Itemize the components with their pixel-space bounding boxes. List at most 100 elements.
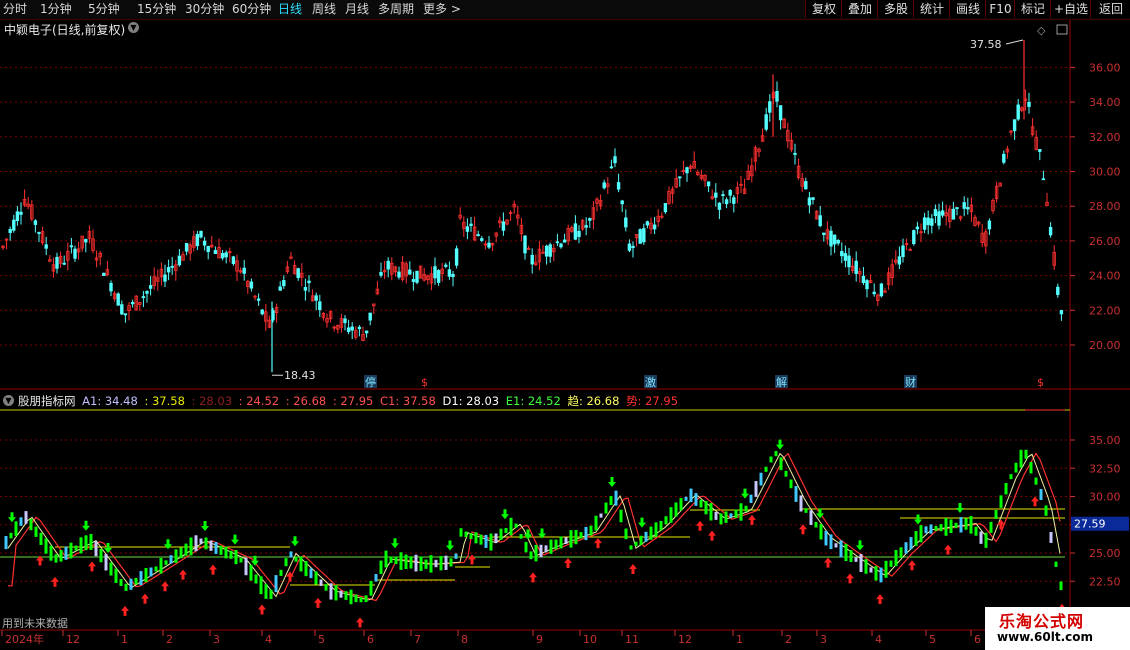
chevron-down-icon[interactable]: ▼ [128, 22, 139, 33]
price-tick-label: 34.00 [1089, 96, 1121, 109]
indicator-bar [274, 575, 278, 593]
candle-body [987, 220, 992, 230]
candle-body [922, 217, 927, 230]
high-marker-line [1005, 39, 1024, 45]
indicator-bar [49, 545, 53, 561]
candle-body [224, 252, 228, 258]
indicator-bar [369, 580, 373, 596]
indicator-bar [879, 567, 883, 583]
indicator-bar [1014, 462, 1018, 473]
candle-body [642, 228, 646, 243]
candle-body [775, 91, 779, 102]
price-tick-label: 24.00 [1089, 270, 1121, 283]
indicator-bar [929, 524, 933, 534]
date-label: 10 [583, 633, 597, 646]
candle-body [148, 285, 153, 289]
indicator-bar [869, 567, 873, 573]
indicator-bar [614, 490, 618, 506]
indicator-bar [289, 551, 293, 558]
indicator-bar [509, 517, 513, 536]
indicator-bar [904, 542, 908, 554]
candle-body [937, 211, 941, 226]
date-label: 5 [929, 633, 936, 646]
sell-arrow-icon [776, 439, 784, 450]
candle-body [847, 255, 851, 268]
indicator-bar [419, 556, 423, 571]
indicator-bar [659, 520, 663, 531]
indicator-bar [99, 548, 103, 563]
indicator-bar [244, 557, 248, 576]
indicator-bar [104, 554, 108, 571]
indicator-bar [729, 513, 733, 518]
candle-body [854, 260, 858, 274]
indicator-dropdown-icon[interactable]: ▼ [3, 395, 14, 406]
indicator-bar [229, 550, 233, 559]
candle-body [764, 114, 768, 130]
indicator-bar [414, 554, 418, 572]
sell-arrow-icon [446, 540, 454, 551]
candle-body [465, 226, 470, 232]
candle-body [1041, 178, 1046, 181]
stock-title: 中颖电子(日线,前复权) [4, 23, 126, 37]
indicator-bar [954, 522, 958, 529]
indicator-bar [79, 537, 83, 554]
candle-body [588, 218, 592, 221]
indicator-name[interactable]: 股朋指标网 [18, 394, 76, 408]
candle-body [1016, 104, 1020, 120]
indicator-bar [464, 531, 468, 537]
candle-body [602, 182, 606, 189]
indicator-bar [594, 515, 598, 531]
candle-body [15, 211, 20, 222]
indicator-bar [39, 532, 43, 545]
sell-arrow-icon [741, 488, 749, 499]
indicator-bar [1019, 449, 1023, 468]
candle-body [444, 264, 448, 267]
legend-d1: D1: 28.03 [442, 394, 500, 408]
indicator-bar [184, 543, 188, 556]
indicator-bar [204, 537, 208, 550]
buy-arrow-icon [748, 514, 756, 525]
indicator-bar [474, 532, 478, 544]
candle-body [577, 230, 581, 237]
indicator-bar [374, 574, 378, 582]
candle-body [62, 262, 66, 265]
legend-c1: C1: 37.58 [380, 394, 436, 408]
candle-body [256, 298, 261, 301]
candle-body [685, 167, 689, 174]
candle-body [177, 255, 182, 266]
candle-body [202, 240, 207, 246]
indicator-bar [64, 546, 68, 560]
indicator-bar [934, 525, 938, 531]
price-tick-label: 28.00 [1089, 200, 1121, 213]
candle-body [379, 271, 383, 276]
indicator-bar [1039, 488, 1043, 501]
indicator-bar [724, 511, 728, 523]
date-label: 4 [265, 633, 272, 646]
indicator-tick-label: 30.00 [1089, 491, 1121, 504]
buy-arrow-icon [179, 569, 187, 580]
candle-body [415, 270, 419, 283]
kline-chart[interactable]: 36.00 34.00 32.00 30.00 28.00 26.00 24.00 22.00… [0, 0, 1130, 650]
buy-arrow-icon [258, 604, 266, 615]
indicator-bar [449, 558, 453, 567]
indicator-bar [579, 532, 583, 539]
diamond-icon: ◇ [1037, 24, 1046, 37]
candle-body [530, 254, 534, 265]
candle-body [213, 250, 218, 254]
candle-body [454, 248, 459, 266]
legend-e1: E1: 24.52 [505, 394, 561, 408]
indicator-bar [739, 503, 743, 521]
candle-body [73, 248, 77, 259]
candle-body [548, 244, 552, 257]
candle-body [469, 223, 473, 227]
candle-body [652, 224, 657, 230]
indicator-bar [539, 544, 543, 558]
indicator-bar [674, 502, 678, 517]
indicator-bar [209, 540, 213, 551]
indicator-bar [29, 518, 33, 531]
indicator-bar [984, 532, 988, 548]
indicator-bar [399, 552, 403, 570]
indicator-bar [434, 559, 438, 568]
candle-body [44, 244, 48, 249]
indicator-bar [619, 509, 623, 523]
